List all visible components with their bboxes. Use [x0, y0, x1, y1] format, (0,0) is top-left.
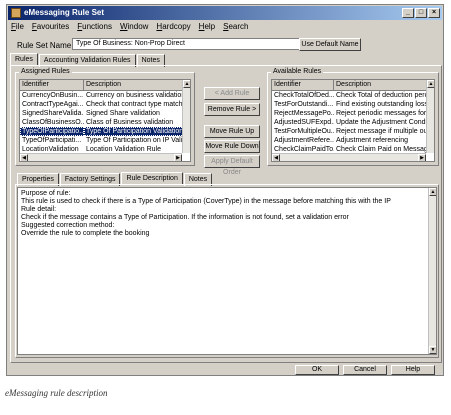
menu-functions[interactable]: Functions — [77, 21, 112, 32]
assigned-rules-title: Assigned Rules — [19, 68, 72, 75]
menu-bar: File Favourites Functions Window Hardcop… — [9, 21, 441, 32]
menu-window[interactable]: Window — [120, 21, 148, 32]
close-button[interactable]: × — [428, 8, 440, 18]
rule-description-text: Purpose of rule: This rule is used to ch… — [21, 190, 391, 237]
available-vertical-scrollbar[interactable]: ▲ — [426, 80, 434, 153]
rule-set-name-label: Rule Set Name — [17, 41, 72, 50]
scroll-up-icon[interactable]: ▲ — [183, 80, 190, 88]
scroll-right-icon[interactable]: ▶ — [174, 154, 182, 161]
figure-caption: eMessaging rule description — [5, 388, 108, 398]
assigned-vertical-scrollbar[interactable]: ▲ — [182, 80, 190, 153]
app-icon — [11, 8, 21, 18]
available-col-identifier[interactable]: Identifier — [272, 80, 334, 90]
cancel-button[interactable]: Cancel — [343, 365, 387, 375]
table-row[interactable]: TestForMultipleOu... Reject message if mu… — [272, 127, 434, 136]
move-rule-down-button[interactable]: Move Rule Down — [204, 140, 260, 153]
ok-button[interactable]: OK — [295, 365, 339, 375]
description-vertical-scrollbar[interactable]: ▲ ▼ — [428, 188, 436, 354]
table-row[interactable]: TypeOfParticipati... Type Of Participatio… — [20, 136, 190, 145]
scroll-left-icon[interactable]: ◀ — [272, 154, 280, 161]
move-rule-up-button[interactable]: Move Rule Up — [204, 125, 260, 138]
table-row[interactable]: AdjustedSUFExpd... Update the Adjustment … — [272, 118, 434, 127]
minimize-button[interactable]: _ — [402, 8, 414, 18]
scroll-left-icon[interactable]: ◀ — [20, 154, 28, 161]
table-row[interactable]: AdjustmentRefere... Adjustment referencin… — [272, 136, 434, 145]
table-row[interactable]: ClassOfBusinessO... Class of Business val… — [20, 118, 190, 127]
window-title: eMessaging Rule Set — [24, 8, 105, 17]
assigned-horizontal-scrollbar[interactable]: ◀ ▶ — [20, 153, 182, 161]
use-default-name-button[interactable]: Use Default Name — [299, 38, 361, 51]
help-button[interactable]: Help — [391, 365, 435, 375]
scroll-up-icon[interactable]: ▲ — [427, 80, 434, 88]
table-row-selected[interactable]: TypeOfParticipatio... Type Of Participati… — [20, 127, 190, 136]
menu-help[interactable]: Help — [199, 21, 215, 32]
table-row[interactable]: CheckTotalOfDed... Check Total of deducti… — [272, 91, 434, 100]
scroll-up-icon[interactable]: ▲ — [429, 188, 436, 196]
scroll-right-icon[interactable]: ▶ — [418, 154, 426, 161]
assigned-col-identifier[interactable]: Identifier — [20, 80, 84, 90]
remove-rule-button[interactable]: Remove Rule > — [204, 103, 260, 116]
available-rules-title: Available Rules — [271, 68, 324, 75]
table-row[interactable]: CurrencyOnBusin... Currency on business v… — [20, 91, 190, 100]
rule-set-window: eMessaging Rule Set _ □ × File Favourite… — [6, 4, 444, 376]
menu-file[interactable]: File — [11, 21, 24, 32]
available-rules-grid[interactable]: Identifier Description CheckTotalOfDed..… — [271, 79, 435, 162]
apply-default-order-button[interactable]: Apply Default Order — [204, 155, 260, 176]
menu-search[interactable]: Search — [223, 21, 248, 32]
table-row[interactable]: RejectMessagePo... Reject periodic messag… — [272, 109, 434, 118]
table-row[interactable]: SignedShareValida... Signed Share validat… — [20, 109, 190, 118]
menu-favourites[interactable]: Favourites — [32, 21, 69, 32]
menu-hardcopy[interactable]: Hardcopy — [156, 21, 190, 32]
maximize-button[interactable]: □ — [415, 8, 427, 18]
table-row[interactable]: ContractTypeAgai... Check that contract t… — [20, 100, 190, 109]
assigned-col-description[interactable]: Description — [84, 80, 184, 90]
rule-set-name-input[interactable]: Type Of Business: Non-Prop Direct — [72, 38, 302, 50]
title-bar: eMessaging Rule Set _ □ × — [8, 6, 442, 20]
add-rule-button[interactable]: < Add Rule — [204, 87, 260, 100]
table-row[interactable]: TestForOutstandi... Find existing outstan… — [272, 100, 434, 109]
available-col-description[interactable]: Description — [334, 80, 428, 90]
available-horizontal-scrollbar[interactable]: ◀ ▶ — [272, 153, 426, 161]
scroll-down-icon[interactable]: ▼ — [429, 346, 436, 354]
assigned-rules-grid[interactable]: Identifier Description CurrencyOnBusin..… — [19, 79, 191, 162]
